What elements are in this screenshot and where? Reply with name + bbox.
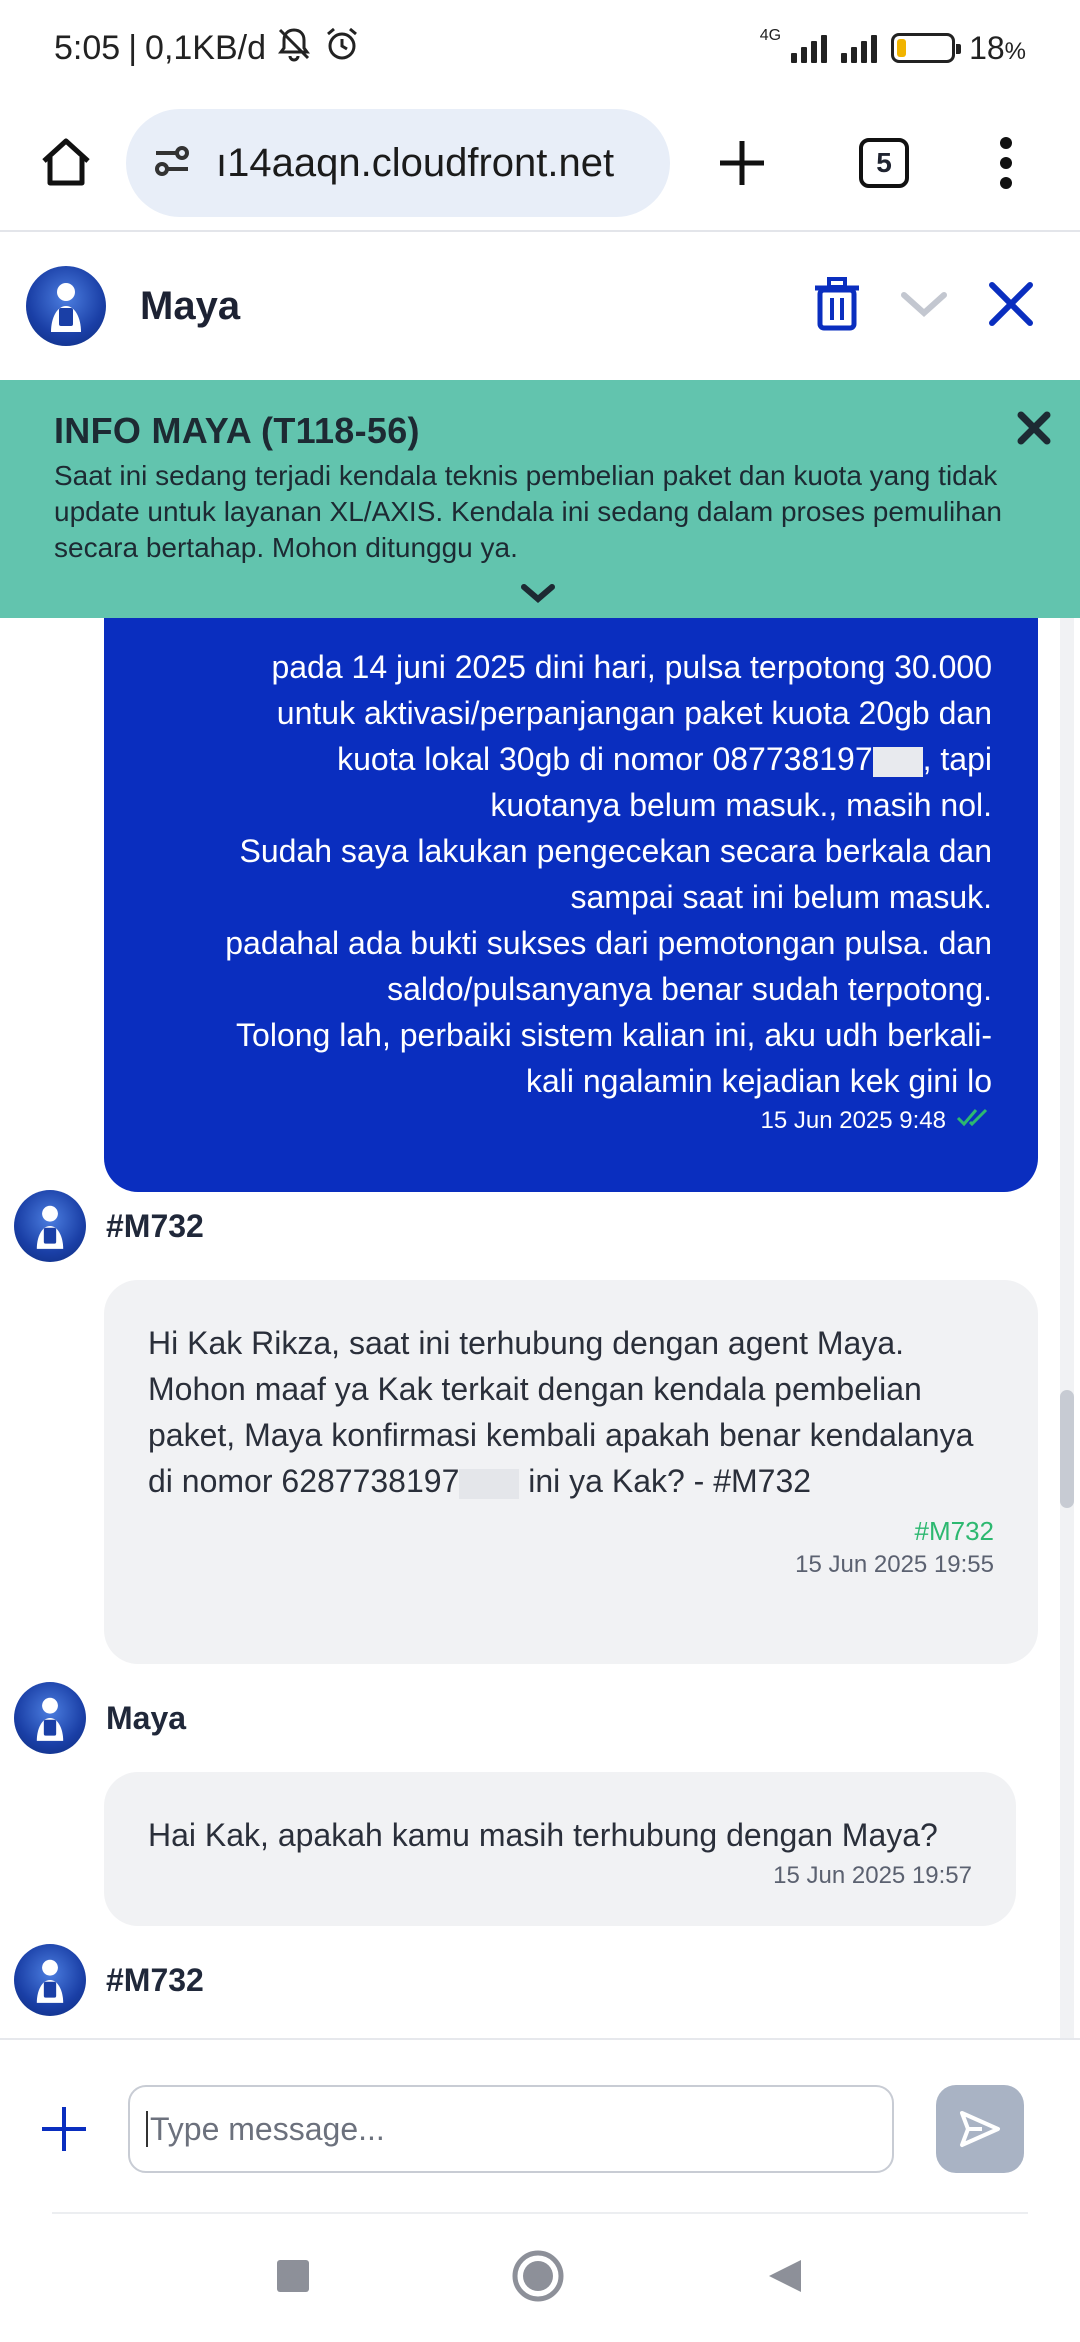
message-line: pada 14 juni 2025 dini hari, pulsa terpo… <box>271 649 992 685</box>
outgoing-message-text: pada 14 juni 2025 dini hari, pulsa terpo… <box>144 644 992 1104</box>
chat-header: Maya <box>0 232 1080 380</box>
avatar <box>14 1944 86 2016</box>
battery-unit: % <box>1004 37 1026 65</box>
redaction-mark <box>459 1468 520 1499</box>
avatar <box>14 1682 86 1754</box>
home-icon[interactable] <box>30 127 102 199</box>
add-attachment-icon[interactable] <box>34 2099 94 2159</box>
status-separator: | <box>128 28 138 67</box>
sender-row: #M732 <box>14 1944 204 2016</box>
sender-row: Maya <box>14 1682 186 1754</box>
message-line: untuk aktivasi/perpanjangan paket kuota … <box>276 695 992 731</box>
sender-name: #M732 <box>106 1961 204 1998</box>
chat-title: Maya <box>140 283 241 328</box>
agent-tag: #M732 <box>914 1516 995 1546</box>
outgoing-message: pada 14 juni 2025 dini hari, pulsa terpo… <box>104 618 1038 1192</box>
delete-chat-icon[interactable] <box>812 276 862 337</box>
message-input-placeholder: Type message... <box>150 2110 385 2147</box>
send-button[interactable] <box>936 2085 1024 2173</box>
close-banner-icon[interactable] <box>1006 400 1062 456</box>
redaction-mark <box>872 746 923 777</box>
message-input[interactable]: Type message... <box>128 2085 894 2173</box>
message-line-part: , tapi <box>922 741 992 777</box>
message-line: sampai saat ini belum masuk. <box>570 879 992 915</box>
browser-toolbar: ı14aaqn.cloudfront.net 5 <box>0 96 1080 230</box>
message-composer: Type message... <box>0 2038 1080 2218</box>
message-timestamp: 15 Jun 2025 19:57 <box>773 1862 972 1889</box>
message-timestamp: 15 Jun 2025 19:55 <box>795 1551 994 1578</box>
site-settings-icon[interactable] <box>150 139 194 188</box>
close-chat-icon[interactable] <box>986 279 1036 334</box>
clock: 5:05 <box>54 28 121 67</box>
incoming-message-text: Hi Kak Rikza, saat ini terhubung dengan … <box>148 1320 994 1504</box>
data-rate: 0,1KB/d <box>145 28 267 67</box>
incoming-message: Hai Kak, apakah kamu masih terhubung den… <box>104 1772 1016 1926</box>
home-nav-icon[interactable] <box>511 2249 565 2308</box>
message-line: kuotanya belum masuk., masih nol. <box>490 787 992 823</box>
url-text: ı14aaqn.cloudfront.net <box>216 140 615 185</box>
read-receipt-icon <box>956 1106 992 1135</box>
tab-count: 5 <box>859 138 909 188</box>
sender-row: #M732 <box>14 1190 204 1262</box>
message-line: kuota lokal 30gb di nomor 087738197, tap… <box>337 741 992 777</box>
network-type-label: 4G <box>759 27 782 44</box>
chevron-down-icon[interactable] <box>900 289 948 324</box>
sender-name: #M732 <box>106 1207 204 1244</box>
info-banner: INFO MAYA (T118-56) Saat ini sedang terj… <box>0 380 1080 618</box>
sender-name: Maya <box>106 1699 187 1736</box>
battery-level: 18 <box>969 29 1005 66</box>
info-banner-title: INFO MAYA (T118-56) <box>54 410 420 451</box>
more-menu-icon[interactable] <box>970 127 1042 199</box>
system-navigation-bar <box>0 2214 1080 2342</box>
message-line-part: kuota lokal 30gb di nomor 08773819 <box>337 741 855 777</box>
recent-apps-icon[interactable] <box>275 2258 311 2299</box>
avatar <box>26 266 106 346</box>
message-line: Tolong lah, perbaiki sistem kalian ini, … <box>236 1017 992 1053</box>
message-timestamp: 15 Jun 2025 9:48 <box>760 1106 947 1134</box>
new-tab-icon[interactable] <box>706 127 778 199</box>
message-line: kali ngalamin kejadian kek gini lo <box>525 1063 992 1099</box>
battery-icon <box>891 33 962 63</box>
signal-icon <box>791 33 828 63</box>
info-banner-text: Saat ini sedang terjadi kendala teknis p… <box>54 460 1002 563</box>
tab-switcher-button[interactable]: 5 <box>848 127 920 199</box>
status-bar: 5:05 | 0,1KB/d 4G 18% <box>0 0 1080 96</box>
back-nav-icon[interactable] <box>765 2256 805 2301</box>
message-line: padahal ada bukti sukses dari pemotongan… <box>225 925 992 961</box>
avatar <box>14 1190 86 1262</box>
notifications-muted-icon <box>274 24 314 73</box>
scrollbar-thumb[interactable] <box>1060 1390 1074 1508</box>
message-line: Sudah saya lakukan pengecekan secara ber… <box>239 833 992 869</box>
incoming-message: Hi Kak Rikza, saat ini terhubung dengan … <box>104 1280 1038 1664</box>
message-list[interactable]: pada 14 juni 2025 dini hari, pulsa terpo… <box>0 618 1080 2038</box>
address-bar[interactable]: ı14aaqn.cloudfront.net <box>126 109 670 217</box>
signal-icon <box>841 33 878 63</box>
incoming-message-text: Hai Kak, apakah kamu masih terhubung den… <box>148 1817 938 1853</box>
message-text-part: ini ya Kak? - #M732 <box>519 1463 812 1499</box>
message-line: saldo/pulsanyanya benar sudah terpotong. <box>387 971 992 1007</box>
expand-banner-icon[interactable] <box>520 583 556 610</box>
alarm-icon <box>322 24 362 73</box>
text-caret <box>146 2111 148 2147</box>
